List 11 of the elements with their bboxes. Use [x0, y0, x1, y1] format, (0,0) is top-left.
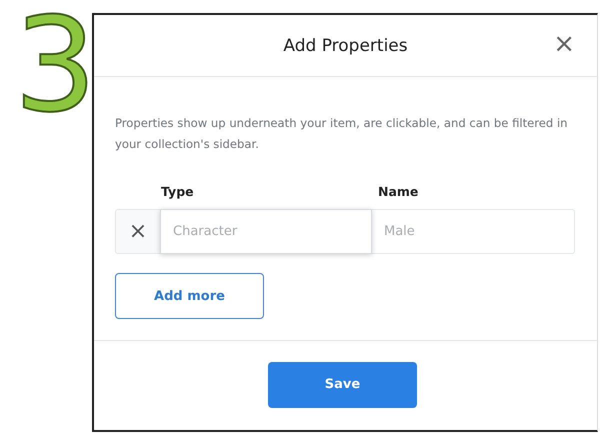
save-button[interactable]: Save: [268, 362, 417, 408]
column-header: Type: [161, 184, 195, 199]
remove-button[interactable]: ×: [115, 209, 160, 254]
column-header: Name: [378, 184, 418, 199]
name-field[interactable]: Male: [372, 209, 575, 254]
dialog-title: Add Properties: [283, 36, 408, 56]
type-field[interactable]: Character: [160, 209, 372, 254]
step-number: 3: [14, 0, 97, 130]
add-more-button[interactable]: Add more: [115, 273, 264, 319]
description: Properties show up underneath your item, are clickable, and can be filtered in your collection's sidebar.: [115, 115, 569, 153]
close-button[interactable]: ×: [553, 29, 575, 59]
